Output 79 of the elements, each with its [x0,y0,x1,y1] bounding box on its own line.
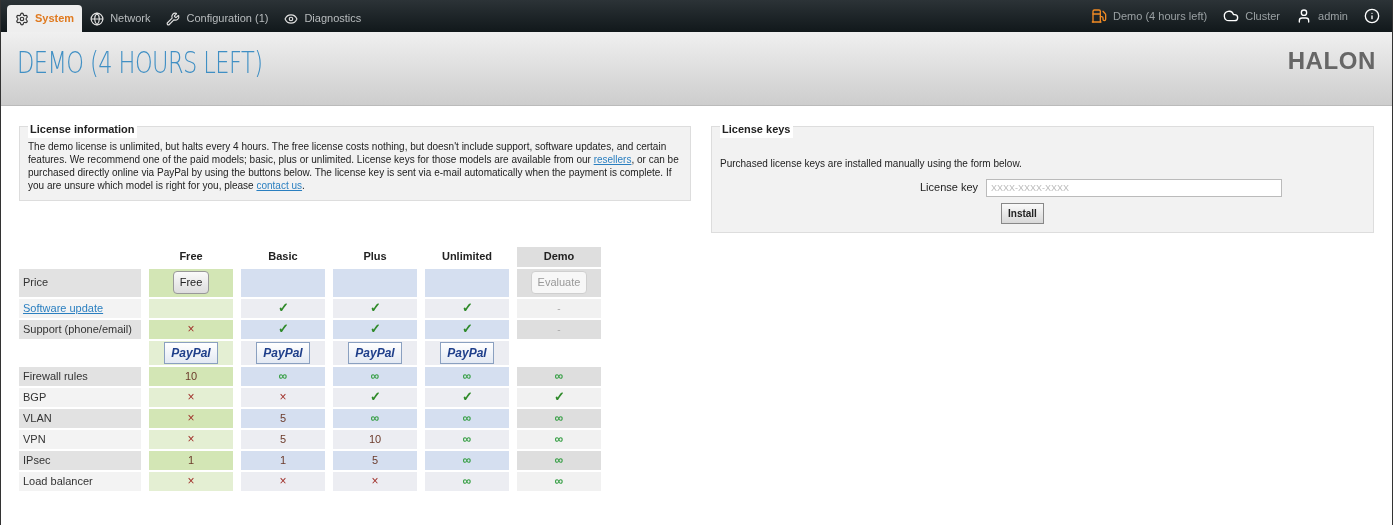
table-cell: ∞ [517,366,601,386]
license-key-field[interactable]: XXXX-XXXX-XXXX [986,178,1283,197]
nav-link[interactable]: Demo (4 hours left) [1091,7,1208,25]
feature-label: Load balancer [23,473,93,489]
globe-icon [90,11,105,26]
license-description: The demo license is unlimited, but halts every 4 hours. The free license costs nothing, but doesn't include support, software updates, and certain features. We recommend one of the paid models; basic, plus or unlimited. License keys for those models are available from our resellers, or can be purchased directly online via PayPal by using the buttons below. The license key is sent via e-mail automatically when the payment is complete. If you are unsure which model is right for you, please contact us. [28,139,680,192]
table-cell: 1 [149,450,233,470]
table-cell: ∞ [333,408,417,428]
nav-link[interactable]: Cluster [1223,7,1281,25]
table-cell: 10 [149,366,233,386]
table-cell: ✓ [425,387,509,407]
table-cell: ✓ [333,319,417,339]
table-cell: ∞ [425,408,509,428]
table-cell: ∞ [333,366,417,386]
table-cell: × [241,387,325,407]
table-cell: ✓ [425,298,509,318]
paypal-button[interactable]: PayPal [348,341,402,364]
table-cell: - [517,298,601,318]
table-cell: × [149,387,233,407]
table-cell: × [241,471,325,491]
nav-tab[interactable]: Diagnostics [276,5,370,32]
fuel-pump-icon [1091,8,1108,24]
column-header: Basic [268,249,298,265]
table-cell: ∞ [517,429,601,449]
table-cell: ∞ [241,366,325,386]
license-keys-description: Purchased license keys are installed manually using the form below. [720,156,1023,171]
table-cell: ✓ [333,298,417,318]
table-cell: ∞ [425,450,509,470]
cloud-icon [1223,8,1240,24]
feature-label: VPN [23,431,46,447]
table-cell: × [149,471,233,491]
table-cell: × [333,471,417,491]
table-cell: ✓ [333,387,417,407]
table-cell: ✓ [517,387,601,407]
info-button[interactable] [1364,8,1380,24]
logo: HALON [1287,45,1376,76]
feature-label: Price [23,275,49,291]
table-cell: × [149,408,233,428]
table-cell: - [517,319,601,339]
table-cell: × [149,319,233,339]
feature-label: Firewall rules [23,368,88,384]
table-cell: 5 [241,429,325,449]
table-cell: × [149,429,233,449]
price-button[interactable]: Free [172,271,210,294]
field-label: License key [920,180,979,196]
table-cell: 5 [241,408,325,428]
page-title: DEMO (4 HOURS LEFT) [17,47,263,78]
install-button[interactable]: Install [1001,202,1044,224]
table-cell: ∞ [425,366,509,386]
feature-link[interactable]: Software update [23,299,104,317]
eye-icon [284,11,299,26]
table-cell: 10 [333,429,417,449]
table-cell: ∞ [517,408,601,428]
table-cell: ∞ [517,450,601,470]
info-icon [1364,8,1380,24]
paypal-button[interactable]: PayPal [256,341,310,364]
nav-link[interactable]: admin [1296,7,1348,25]
table-cell: 5 [333,450,417,470]
feature-label: IPsec [23,452,51,468]
column-header: Demo [543,249,575,265]
feature-label: VLAN [23,410,52,426]
feature-label: BGP [23,389,47,405]
table-cell: ∞ [425,429,509,449]
column-header: Free [179,249,203,265]
column-header: Plus [363,249,387,265]
table-cell: ∞ [425,471,509,491]
table-cell: ∞ [517,471,601,491]
table-cell: ✓ [241,319,325,339]
column-header: Unlimited [441,249,493,265]
nav-tab[interactable]: Configuration (1) [158,5,277,32]
table-cell: ✓ [241,298,325,318]
table-cell: 1 [241,450,325,470]
paypal-button[interactable]: PayPal [164,341,218,364]
paypal-button[interactable]: PayPal [440,341,494,364]
feature-label: Support (phone/email) [23,321,132,337]
gear-icon [15,11,29,26]
table-cell: ✓ [425,319,509,339]
wrench-icon [166,11,181,26]
nav-tab[interactable]: Network [82,5,159,32]
